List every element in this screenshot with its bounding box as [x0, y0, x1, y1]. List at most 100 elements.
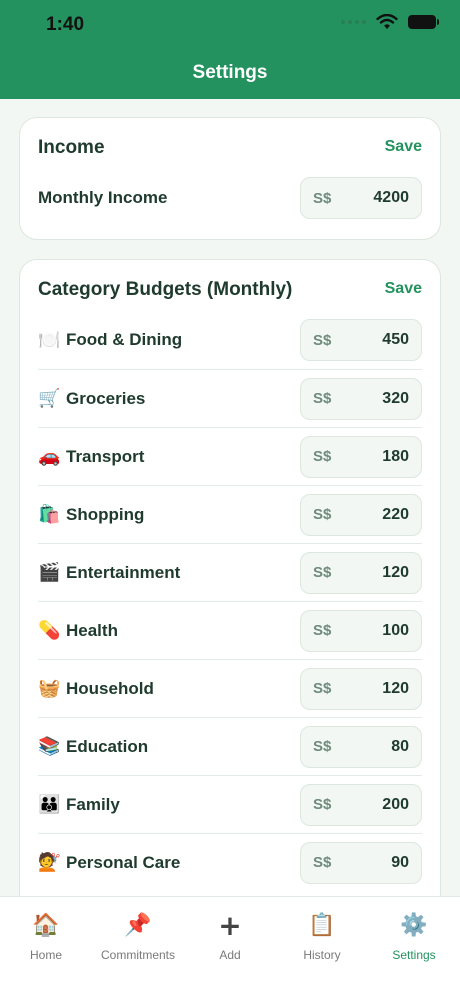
budget-amount-input[interactable]: S$ 450 — [300, 319, 422, 361]
budget-amount-value: 200 — [382, 795, 409, 813]
status-time: 1:40 — [46, 14, 85, 35]
currency-label: S$ — [313, 506, 332, 523]
plus-icon: + — [218, 909, 242, 942]
budget-amount-input[interactable]: S$ 180 — [300, 435, 422, 478]
category-budgets-card: Category Budgets (Monthly) Save 🍽️ Food &… — [19, 259, 441, 939]
tab-history[interactable]: 📋 History — [276, 897, 368, 996]
currency-label: S$ — [313, 738, 332, 755]
signal-dots-icon — [341, 20, 366, 24]
category-name: Groceries — [66, 388, 146, 408]
category-name: Health — [66, 620, 118, 640]
budget-amount-value: 120 — [382, 563, 409, 581]
budget-row: 🎬 Entertainment S$ 120 — [38, 543, 422, 601]
clipboard-icon: 📋 — [308, 913, 336, 938]
monthly-income-value: 4200 — [373, 189, 409, 206]
category-name: Personal Care — [66, 852, 181, 872]
category-name: Education — [66, 736, 149, 756]
budget-amount-value: 90 — [391, 853, 409, 871]
category-emoji-icon: 🛍️ — [38, 504, 61, 525]
budget-category-label: 🎬 Entertainment — [38, 562, 180, 583]
budget-amount-input[interactable]: S$ 220 — [300, 493, 422, 536]
tab-home-label: Home — [29, 948, 62, 962]
gear-icon: ⚙️ — [400, 913, 428, 938]
budget-amount-value: 220 — [382, 505, 409, 523]
category-name: Family — [66, 794, 120, 814]
category-emoji-icon: 💇 — [38, 852, 61, 873]
budget-row: 💇 Personal Care S$ 90 — [38, 833, 422, 891]
category-name: Food & Dining — [66, 330, 183, 349]
currency-label: S$ — [313, 680, 332, 697]
budget-row: 🛍️ Shopping S$ 220 — [38, 485, 422, 543]
budget-amount-value: 320 — [382, 389, 409, 407]
budget-category-label: 👪 Family — [38, 794, 120, 815]
currency-label: S$ — [313, 390, 332, 407]
pushpin-icon: 📌 — [124, 913, 152, 938]
budget-row: 🚗 Transport S$ 180 — [38, 427, 422, 485]
budget-row: 🛒 Groceries S$ 320 — [38, 369, 422, 427]
budget-amount-value: 100 — [382, 621, 409, 639]
tab-settings[interactable]: ⚙️ Settings — [368, 897, 460, 996]
budget-category-label: 🛍️ Shopping — [38, 504, 144, 525]
category-emoji-icon: 🚗 — [38, 446, 61, 467]
status-icons — [341, 14, 439, 30]
budget-category-label: 🛒 Groceries — [38, 388, 145, 409]
page-title: Settings — [192, 62, 268, 83]
budget-category-label: 🧺 Household — [38, 678, 154, 699]
budget-amount-value: 180 — [382, 447, 409, 465]
tab-commitments-label: Commitments — [100, 948, 175, 962]
budget-row: 📚 Education S$ 80 — [38, 717, 422, 775]
budget-category-label: 💊 Health — [38, 620, 118, 641]
tab-settings-label: Settings — [392, 948, 436, 962]
budget-amount-input[interactable]: S$ 320 — [300, 377, 422, 420]
category-name: Transport — [66, 446, 145, 466]
currency-label: S$ — [313, 622, 332, 639]
tab-add-label: Add — [219, 948, 241, 962]
budget-amount-input[interactable]: S$ 80 — [300, 725, 422, 768]
category-emoji-icon: 👪 — [38, 794, 61, 815]
battery-icon — [408, 15, 439, 29]
budget-amount-input[interactable]: S$ 120 — [300, 667, 422, 710]
budget-category-label: 📚 Education — [38, 736, 148, 757]
income-title: Income — [38, 137, 105, 158]
budget-amount-value: 450 — [382, 331, 409, 348]
income-save-button[interactable]: Save — [385, 138, 422, 156]
header: 1:40 Settings — [0, 0, 460, 99]
category-name: Household — [66, 678, 154, 698]
budget-row: 💊 Health S$ 100 — [38, 601, 422, 659]
tab-bar: 🏠 Home 📌 Commitments + Add 📋 History ⚙️ … — [0, 896, 460, 996]
tab-add[interactable]: + Add — [184, 897, 276, 996]
budget-amount-input[interactable]: S$ 100 — [300, 609, 422, 652]
tab-commitments[interactable]: 📌 Commitments — [92, 897, 184, 996]
budget-row: 🍽️ Food & Dining S$ 450 — [38, 311, 422, 369]
budget-amount-input[interactable]: S$ 120 — [300, 551, 422, 594]
category-name: Entertainment — [66, 562, 181, 582]
monthly-income-input[interactable]: S$ 4200 — [300, 177, 422, 219]
category-emoji-icon: 💊 — [38, 620, 61, 641]
monthly-income-row: Monthly Income S$ 4200 — [38, 169, 422, 227]
currency-label: S$ — [313, 331, 332, 349]
category-emoji-icon: 🧺 — [38, 678, 61, 699]
budget-amount-value: 120 — [382, 679, 409, 697]
tab-home[interactable]: 🏠 Home — [0, 897, 92, 996]
budget-amount-input[interactable]: S$ 90 — [300, 841, 422, 884]
income-card: Income Save Monthly Income S$ 4200 — [19, 117, 441, 240]
wifi-icon — [376, 14, 398, 29]
budget-category-label: 🍽️ Food & Dining — [38, 330, 182, 351]
category-emoji-icon: 🍽️ — [38, 329, 61, 351]
category-emoji-icon: 🎬 — [38, 562, 61, 583]
budget-amount-value: 80 — [391, 737, 409, 755]
monthly-income-label: Monthly Income — [38, 188, 168, 207]
budget-category-label: 🚗 Transport — [38, 446, 144, 467]
budget-amount-input[interactable]: S$ 200 — [300, 783, 422, 826]
currency-label: S$ — [313, 854, 332, 871]
currency-label: S$ — [313, 796, 332, 813]
category-emoji-icon: 📚 — [38, 736, 61, 757]
currency-label: S$ — [313, 564, 332, 581]
category-budgets-title: Category Budgets (Monthly) — [38, 279, 293, 300]
budget-row: 👪 Family S$ 200 — [38, 775, 422, 833]
home-icon: 🏠 — [32, 913, 60, 938]
budgets-save-button[interactable]: Save — [385, 280, 422, 298]
currency-label: S$ — [313, 448, 332, 465]
budget-category-label: 💇 Personal Care — [38, 852, 180, 873]
currency-label: S$ — [313, 189, 332, 207]
